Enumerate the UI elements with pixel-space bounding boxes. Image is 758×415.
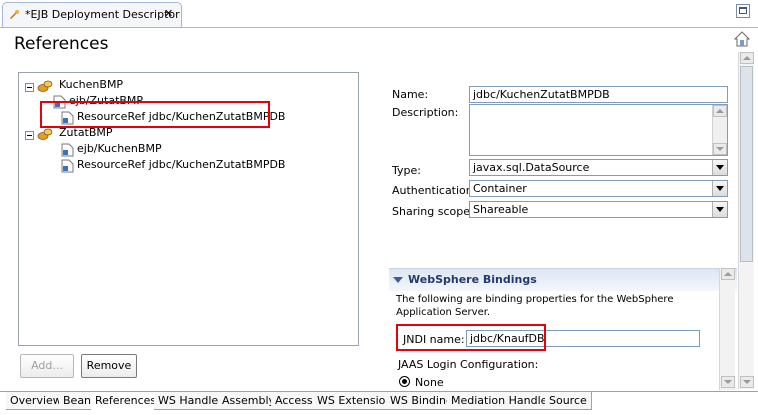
tab-access[interactable]: Access [271, 392, 318, 410]
chevron-down-icon[interactable] [712, 181, 727, 196]
tab-ws-extension[interactable]: WS Extension [313, 392, 398, 410]
remove-button[interactable]: Remove [81, 354, 137, 378]
highlight-box-resourceref [40, 101, 270, 128]
section-header[interactable]: WebSphere Bindings [389, 268, 737, 291]
description-label: Description: [392, 106, 459, 119]
tab-overview[interactable]: Overview [6, 392, 67, 410]
home-icon[interactable] [734, 30, 750, 48]
name-label: Name: [392, 88, 429, 101]
jaas-none-radio[interactable] [399, 376, 410, 387]
scroll-down-icon[interactable] [721, 376, 735, 388]
authentication-label: Authentication: [392, 184, 477, 197]
section-title: WebSphere Bindings [408, 273, 537, 286]
tree-item-resourceref[interactable]: ResourceRef jdbc/KuchenZutatBMPDB [77, 157, 285, 173]
page-title: References [14, 34, 109, 54]
type-value: javax.sql.DataSource [473, 161, 590, 174]
highlight-box-jndi [396, 324, 546, 351]
bean-icon [37, 128, 53, 140]
add-button[interactable]: Add... [20, 354, 74, 378]
resource-ref-icon [61, 159, 74, 173]
collapse-icon[interactable] [25, 83, 34, 92]
sharing-scope-combo[interactable]: Shareable [469, 201, 728, 218]
page-scrollbar[interactable] [738, 52, 754, 389]
tree-item-ejb-kuchenbmp[interactable]: ejb/KuchenBMP [77, 141, 162, 157]
close-icon[interactable]: ✕ [164, 7, 173, 20]
authentication-value: Container [473, 182, 527, 195]
ejb-ref-icon [61, 143, 74, 157]
tab-source[interactable]: Source [545, 392, 592, 410]
tab-references[interactable]: References [91, 392, 162, 410]
tree-item-kuchenbmp[interactable]: KuchenBMP [59, 77, 123, 93]
page-tabs: Overview Bean References WS Handler Asse… [0, 391, 758, 415]
chevron-down-icon[interactable] [712, 160, 727, 175]
jaas-label: JAAS Login Configuration: [398, 358, 539, 371]
section-description: The following are binding properties for… [396, 294, 674, 318]
description-field[interactable] [469, 104, 728, 156]
scroll-up-icon[interactable] [713, 105, 727, 117]
editor-tab-title: *EJB Deployment Descriptor [25, 8, 180, 21]
sharing-scope-label: Sharing scope: [392, 205, 474, 218]
maximize-icon[interactable] [736, 4, 750, 18]
scrollbar-thumb[interactable] [740, 66, 753, 262]
authentication-combo[interactable]: Container [469, 180, 728, 197]
scroll-down-icon[interactable] [713, 143, 727, 155]
tab-ws-handler[interactable]: WS Handler [154, 392, 228, 410]
chevron-down-icon[interactable] [712, 202, 727, 217]
description-scrollbar[interactable] [712, 105, 727, 155]
sharing-scope-value: Shareable [473, 203, 529, 216]
bindings-scrollbar[interactable] [719, 268, 735, 390]
ejb-descriptor-icon [10, 10, 19, 19]
bean-icon [37, 80, 53, 92]
name-field[interactable]: jdbc/KuchenZutatBMPDB [469, 86, 728, 103]
type-combo[interactable]: javax.sql.DataSource [469, 159, 728, 176]
editor-tab[interactable]: *EJB Deployment Descriptor ✕ [2, 2, 182, 27]
collapse-icon[interactable] [25, 131, 34, 140]
jaas-option-none-label: None [415, 376, 444, 389]
scroll-up-icon[interactable] [721, 268, 735, 280]
scroll-up-icon[interactable] [740, 52, 754, 64]
scroll-down-icon[interactable] [740, 376, 754, 388]
type-label: Type: [392, 164, 421, 177]
section-toggle-icon[interactable] [393, 277, 403, 283]
